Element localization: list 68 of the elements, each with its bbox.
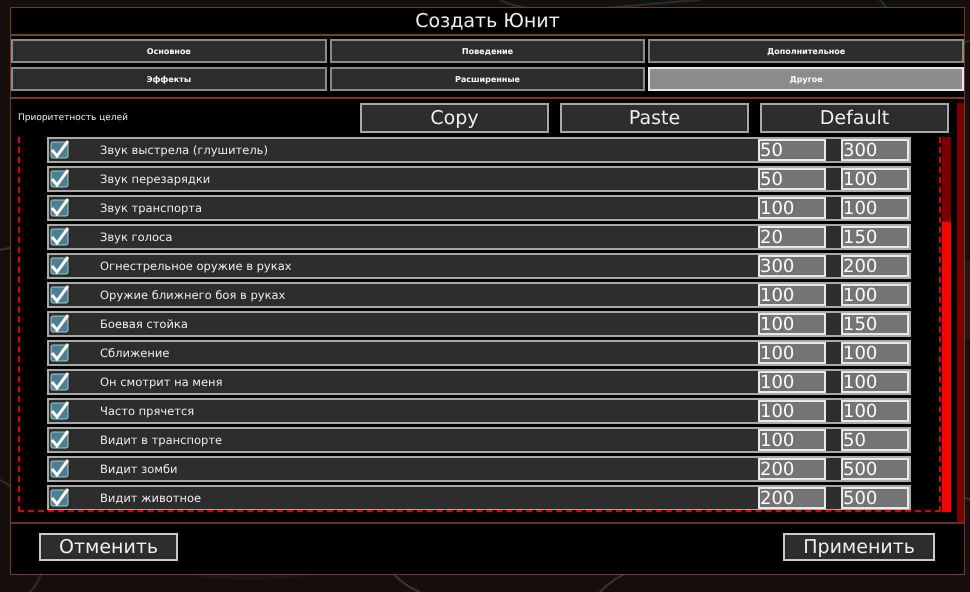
tab[interactable]: Другое	[648, 67, 964, 91]
value-field[interactable]: 150	[841, 313, 909, 335]
toolbar-button[interactable]: Paste	[560, 103, 749, 133]
value-field[interactable]: 100	[841, 342, 909, 364]
row-label: Видит животное	[100, 491, 202, 505]
scrollbar[interactable]	[942, 137, 951, 512]
value-field[interactable]: 100	[841, 400, 909, 422]
checkbox[interactable]	[50, 372, 70, 392]
checkbox[interactable]	[50, 430, 70, 450]
value-field[interactable]: 50	[841, 429, 909, 451]
value-field[interactable]: 500	[841, 458, 909, 480]
tab[interactable]: Дополнительное	[648, 39, 964, 63]
value-field[interactable]: 200	[758, 487, 826, 509]
tab[interactable]: Эффекты	[11, 67, 327, 91]
row-label: Звук голоса	[100, 230, 174, 244]
tab[interactable]: Поведение	[330, 39, 646, 63]
value-field[interactable]: 100	[758, 342, 826, 364]
scrollbar[interactable]	[957, 103, 964, 523]
value-field[interactable]: 100	[758, 284, 826, 306]
toolbar-button[interactable]: Default	[760, 103, 949, 133]
checkbox[interactable]	[50, 488, 70, 508]
checkbox[interactable]	[50, 169, 70, 189]
row-label: Огнестрельное оружие в руках	[100, 259, 293, 273]
value-field[interactable]: 100	[841, 371, 909, 393]
value-field[interactable]: 100	[841, 284, 909, 306]
value-field[interactable]: 150	[841, 226, 909, 248]
value-field[interactable]: 100	[841, 197, 909, 219]
value-field[interactable]: 500	[841, 487, 909, 509]
value-field[interactable]: 300	[841, 139, 909, 161]
toolbar-button[interactable]: Copy	[360, 103, 549, 133]
row-label: Боевая стойка	[100, 317, 189, 331]
row-label: Оружие ближнего боя в руках	[100, 288, 286, 302]
section-label: Приоритетность целей	[18, 113, 129, 123]
cancel-button[interactable]: Отменить	[39, 533, 178, 561]
apply-button[interactable]: Применить	[783, 533, 935, 561]
checkbox[interactable]	[50, 198, 70, 218]
value-field[interactable]: 300	[758, 255, 826, 277]
value-field[interactable]: 100	[841, 168, 909, 190]
value-field[interactable]: 200	[758, 458, 826, 480]
checkbox[interactable]	[50, 343, 70, 363]
row-label: Звук выстрела (глушитель)	[100, 143, 269, 157]
value-field[interactable]: 100	[758, 371, 826, 393]
row-label: Звук транспорта	[100, 201, 204, 215]
value-field[interactable]: 100	[758, 197, 826, 219]
checkbox[interactable]	[50, 285, 70, 305]
checkbox[interactable]	[50, 459, 70, 479]
value-field[interactable]: 100	[758, 429, 826, 451]
row-label: Звук перезарядки	[100, 172, 212, 186]
window-title: Создать Юнит	[11, 8, 964, 36]
row-label: Он смотрит на меня	[100, 375, 224, 389]
tab[interactable]: Основное	[11, 39, 327, 63]
value-field[interactable]: 50	[758, 168, 826, 190]
checkbox[interactable]	[50, 401, 70, 421]
checkbox[interactable]	[50, 227, 70, 247]
value-field[interactable]: 100	[758, 400, 826, 422]
value-field[interactable]: 20	[758, 226, 826, 248]
tab[interactable]: Расширенные	[330, 67, 646, 91]
row-label: Сближение	[100, 346, 170, 360]
checkbox[interactable]	[50, 140, 70, 160]
value-field[interactable]: 100	[758, 313, 826, 335]
row-label: Часто прячется	[100, 404, 196, 418]
row-label: Видит в транспорте	[100, 433, 224, 447]
scroll-thumb[interactable]	[942, 222, 951, 512]
value-field[interactable]: 200	[841, 255, 909, 277]
row-label: Видит зомби	[100, 462, 179, 476]
checkbox[interactable]	[50, 256, 70, 276]
checkbox[interactable]	[50, 314, 70, 334]
value-field[interactable]: 50	[758, 139, 826, 161]
